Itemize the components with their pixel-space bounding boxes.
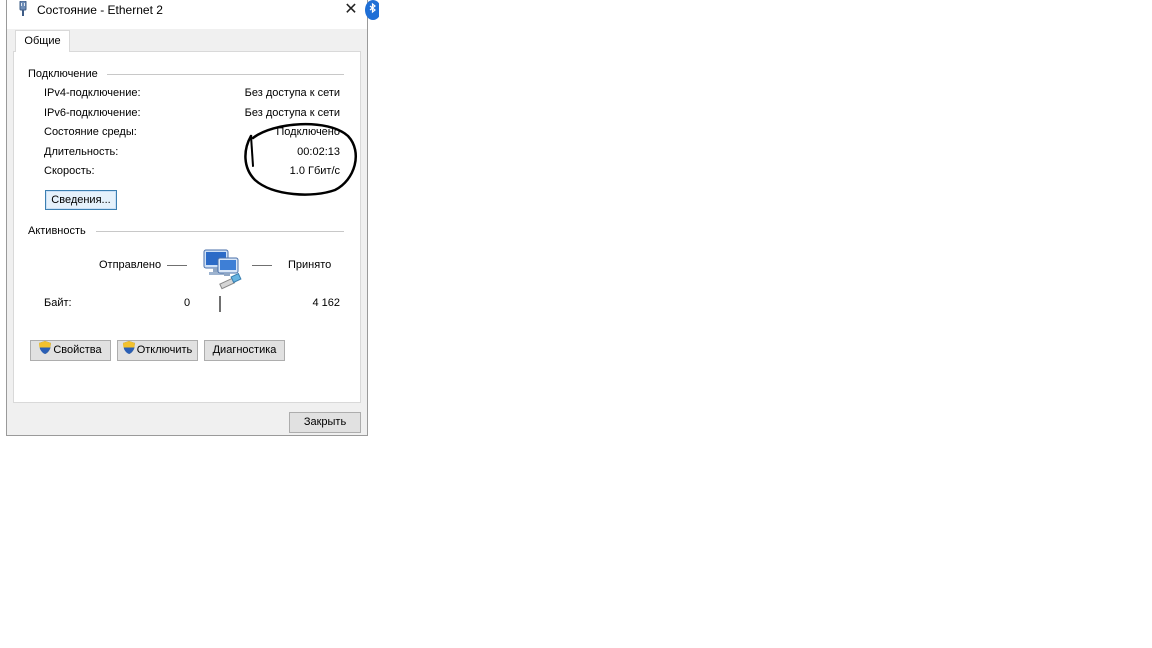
ipv6-value: Без доступа к сети <box>244 107 340 119</box>
connection-group-title: Подключение <box>28 68 98 80</box>
ethernet-connector-icon <box>17 0 29 20</box>
disable-button[interactable]: Отключить <box>117 340 198 361</box>
tab-general[interactable]: Общие <box>15 30 70 52</box>
properties-button-label: Свойства <box>53 344 102 356</box>
speed-label: Скорость: <box>44 165 95 177</box>
sent-label: Отправлено <box>99 259 162 271</box>
duration-label: Длительность: <box>44 146 119 158</box>
hand-drawn-annotation-circle <box>244 122 357 196</box>
close-icon[interactable]: ✕ <box>339 0 363 19</box>
uac-shield-icon <box>122 340 135 361</box>
details-button[interactable]: Сведения... <box>45 190 117 210</box>
network-computers-icon <box>202 248 248 297</box>
connection-divider <box>107 74 344 75</box>
bytes-received-value: 4 162 <box>312 297 340 309</box>
network-status-dialog: Состояние - Ethernet 2 ✕ Общие Подключен… <box>6 0 368 436</box>
ipv4-label: IPv4-подключение: <box>44 87 141 99</box>
activity-divider <box>96 231 344 232</box>
received-line <box>252 265 272 266</box>
bytes-label: Байт: <box>44 297 72 309</box>
general-tab-panel: Подключение IPv4-подключение: Без доступ… <box>13 51 361 403</box>
sent-line <box>167 265 187 266</box>
ipv4-value: Без доступа к сети <box>244 87 340 99</box>
media-state-label: Состояние среды: <box>44 126 137 138</box>
received-label: Принято <box>288 259 332 271</box>
activity-separator <box>219 296 221 312</box>
disable-button-label: Отключить <box>136 344 193 356</box>
bluetooth-icon <box>363 0 381 20</box>
window-title: Состояние - Ethernet 2 <box>37 3 163 17</box>
title-bar[interactable]: Состояние - Ethernet 2 ✕ <box>7 0 367 29</box>
uac-shield-icon <box>39 340 52 361</box>
ipv6-label: IPv6-подключение: <box>44 107 141 119</box>
diagnose-button[interactable]: Диагностика <box>204 340 285 361</box>
properties-button[interactable]: Свойства <box>30 340 111 361</box>
close-button[interactable]: Закрыть <box>289 412 361 433</box>
bytes-sent-value: 0 <box>184 297 191 309</box>
activity-group-title: Активность <box>28 225 86 237</box>
